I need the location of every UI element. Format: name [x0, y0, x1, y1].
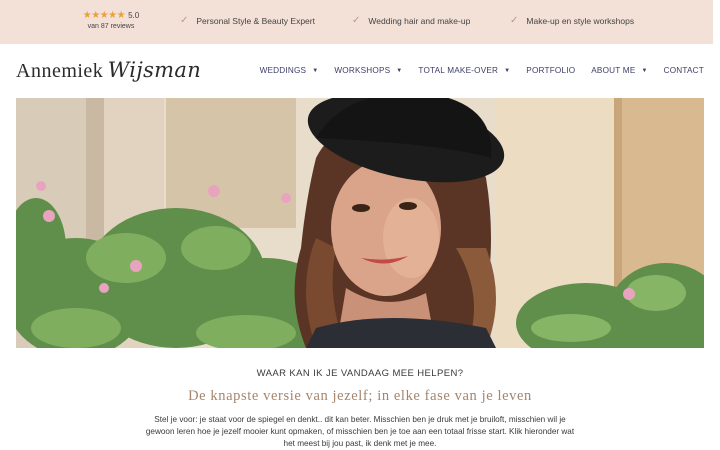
- section-body-text: Stel je voor: je staat voor de spiegel e…: [145, 415, 575, 448]
- usp-item-wedding: ✓ Wedding hair and make-up: [352, 15, 471, 27]
- nav-item-total-make-over[interactable]: TOTAL MAKE-OVER ▼: [418, 66, 510, 75]
- usp-label: Personal Style & Beauty Expert: [196, 16, 315, 26]
- nav-item-weddings[interactable]: WEDDINGS ▼: [260, 66, 319, 75]
- section-headline: De knapste versie van jezelf; in elke fa…: [188, 388, 532, 404]
- intro-section: WAAR KAN IK JE VANDAAG MEE HELPEN? De kn…: [0, 348, 720, 450]
- section-eyebrow: WAAR KAN IK JE VANDAAG MEE HELPEN?: [256, 368, 464, 379]
- nav-label: WEDDINGS: [259, 66, 307, 75]
- nav-item-contact[interactable]: CONTACT: [664, 66, 704, 75]
- usp-label: Make-up en style workshops: [526, 16, 635, 26]
- usp-item-style-expert: ✓ Personal Style & Beauty Expert: [180, 15, 315, 27]
- review-count: van 87 reviews: [87, 23, 135, 30]
- logo-first-name: Annemiek: [16, 60, 104, 82]
- nav-label: CONTACT: [663, 66, 704, 75]
- main-nav: WEDDINGS ▼ WORKSHOPS ▼ TOTAL MAKE-OVER ▼…: [244, 66, 704, 75]
- hero-image: [16, 98, 704, 348]
- check-icon: ✓: [180, 15, 189, 26]
- hero-portrait-illustration: [16, 98, 704, 348]
- check-icon: ✓: [352, 15, 361, 26]
- review-rating[interactable]: ★★★★★ 5.0 van 87 reviews: [78, 10, 144, 30]
- top-bar: ★★★★★ 5.0 van 87 reviews ✓ Personal Styl…: [0, 0, 713, 44]
- caret-down-icon: ▼: [396, 67, 403, 74]
- nav-label: PORTFOLIO: [526, 66, 576, 75]
- logo-last-name: Wijsman: [107, 58, 202, 82]
- nav-label: TOTAL MAKE-OVER: [418, 66, 499, 75]
- caret-down-icon: ▼: [641, 67, 648, 74]
- nav-item-about-me[interactable]: ABOUT ME ▼: [591, 66, 647, 75]
- nav-item-workshops[interactable]: WORKSHOPS ▼: [334, 66, 402, 75]
- usp-item-workshops: ✓ Make-up en style workshops: [510, 15, 635, 27]
- usp-label: Wedding hair and make-up: [368, 16, 471, 26]
- nav-label: ABOUT ME: [591, 66, 636, 75]
- nav-label: WORKSHOPS: [334, 66, 391, 75]
- site-header: Annemiek Wijsman WEDDINGS ▼ WORKSHOPS ▼ …: [0, 44, 713, 98]
- star-rating-icon: ★★★★★: [82, 10, 126, 21]
- caret-down-icon: ▼: [312, 67, 319, 74]
- check-icon: ✓: [510, 15, 519, 26]
- site-logo[interactable]: Annemiek Wijsman: [16, 58, 201, 83]
- rating-score: 5.0: [128, 11, 140, 20]
- nav-item-portfolio[interactable]: PORTFOLIO: [526, 66, 575, 75]
- caret-down-icon: ▼: [504, 67, 511, 74]
